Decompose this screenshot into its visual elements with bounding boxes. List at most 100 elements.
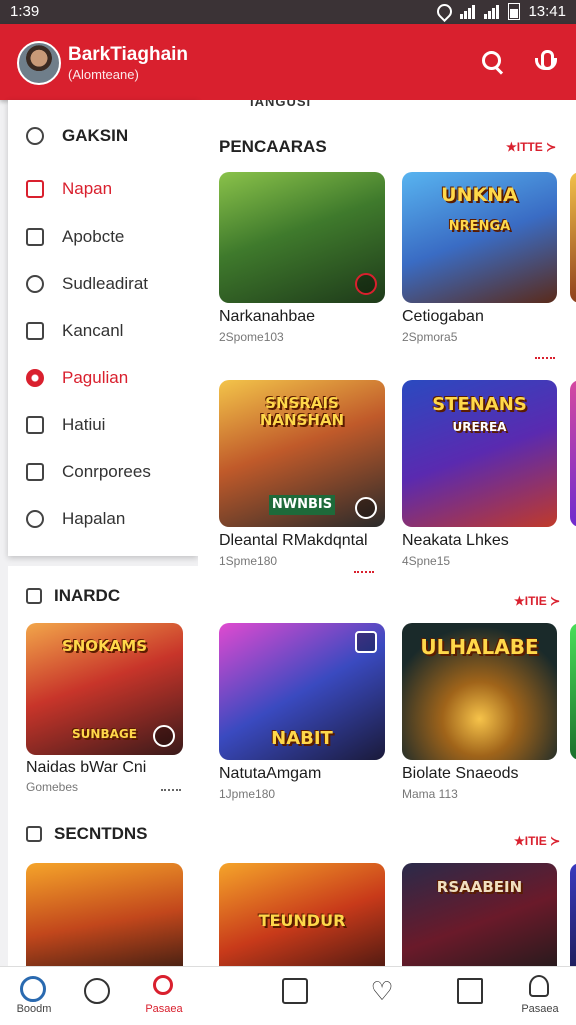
status-clock: 13:41: [528, 3, 566, 20]
section-title-pencaaras: PENCAARAS: [219, 137, 327, 156]
drawer-heading: GAKSIN: [8, 116, 198, 156]
drawer-item-napan[interactable]: Napan: [8, 169, 198, 209]
bottom-nav: Boodm Pasaea ♡ Pasaea: [0, 966, 576, 1025]
game-card-partial[interactable]: [570, 623, 576, 760]
app-bar: BarkTiaghain (Alomteane): [0, 24, 576, 100]
game-thumbnail[interactable]: [570, 623, 576, 760]
drawer-item-apobcte[interactable]: Apobcte: [8, 217, 198, 257]
game-meta: 2Spmora5: [402, 330, 458, 344]
drawer-item-hatiui[interactable]: Hatiui: [8, 405, 198, 445]
nav-favorites[interactable]: ♡: [353, 967, 413, 1025]
wifi-icon: [484, 4, 500, 19]
game-card-partial[interactable]: [570, 863, 576, 966]
nav-bookmark[interactable]: [266, 967, 326, 1025]
game-thumbnail[interactable]: UNKNA NRENGA: [402, 172, 557, 303]
game-card[interactable]: SNSRAIS NANSHAN NWNBIS Dleantal RMakdqnt…: [219, 380, 385, 570]
game-meta: Mama 113: [402, 787, 458, 801]
game-card[interactable]: [26, 863, 183, 983]
drawer-item-conrporees[interactable]: Conrporees: [8, 452, 198, 492]
game-thumbnail[interactable]: [26, 863, 183, 983]
game-card[interactable]: STENANS UREREA Neakata Lhkes 4Spne15: [402, 380, 557, 570]
game-title: Neakata Lhkes: [402, 532, 509, 549]
section-title-secntdns: SECNTDNS: [26, 824, 148, 844]
gear-icon: [26, 369, 44, 387]
profile-subtitle: (Alomteane): [68, 67, 139, 82]
folder-icon: [26, 588, 42, 604]
see-more-link[interactable]: ★ITIE ≻: [514, 594, 560, 608]
divider-dots: [535, 357, 555, 361]
game-thumbnail[interactable]: NABIT: [219, 623, 385, 760]
section-title-inardc: INARDC: [26, 586, 120, 606]
nav-smile[interactable]: [68, 967, 128, 1025]
game-thumbnail[interactable]: SNOKAMS SUNBAGE: [26, 623, 183, 755]
drawer-item-pagulian[interactable]: Pagulian: [8, 358, 198, 398]
camera-icon: [26, 510, 44, 528]
game-thumbnail[interactable]: [570, 380, 576, 527]
game-card-partial[interactable]: [570, 172, 576, 303]
drawer-item-sudleadirat[interactable]: Sudleadirat: [8, 264, 198, 304]
game-meta: 2Spome103: [219, 330, 284, 344]
edit-icon[interactable]: [355, 497, 377, 519]
game-meta: Gomebes: [26, 780, 79, 794]
drawer-item-hapalan[interactable]: Hapalan: [8, 499, 198, 539]
status-time: 1:39: [10, 3, 40, 20]
game-card[interactable]: UNKNA NRENGA Cetiogaban 2Spmora5: [402, 172, 557, 352]
game-title: Cetiogaban: [402, 308, 484, 325]
game-thumbnail[interactable]: [570, 863, 576, 966]
drawer-menu: GAKSIN Napan Apobcte Sudleadirat Kancanl…: [8, 100, 198, 556]
menu-icon[interactable]: [355, 631, 377, 653]
drawer-item-kancanl[interactable]: Kancanl: [8, 311, 198, 351]
status-bar: 1:39 13:41: [0, 0, 576, 24]
nav-profile[interactable]: Pasaea: [510, 967, 570, 1025]
window-icon: [26, 463, 44, 481]
smile-icon: [84, 978, 110, 1004]
see-more-link[interactable]: ★ITIE ≻: [514, 834, 560, 848]
game-thumbnail[interactable]: [219, 172, 385, 303]
location-icon: [434, 0, 456, 23]
more-dots-icon[interactable]: [161, 789, 181, 793]
game-thumbnail[interactable]: [570, 172, 576, 303]
game-meta: 4Spne15: [402, 554, 451, 568]
game-title: Dleantal RMakdqntal: [219, 532, 368, 549]
game-card[interactable]: SNOKAMS SUNBAGE Naidas bWar Cni Gomebes: [26, 623, 183, 803]
refresh-icon: [26, 275, 44, 293]
game-title: Biolate Snaeods: [402, 765, 519, 782]
play-icon[interactable]: [153, 725, 175, 747]
divider-dots: [354, 571, 374, 575]
section-label-cut: IANGUSI: [250, 100, 312, 109]
game-thumbnail[interactable]: RSAABEIN: [402, 863, 557, 966]
signal-icon: [460, 4, 476, 19]
profile-name: BarkTiaghain: [68, 44, 189, 65]
briefcase-icon: [26, 826, 42, 842]
home-icon: [20, 976, 46, 1002]
game-card[interactable]: NABIT NatutaAmgam 1Jpme180: [219, 623, 385, 803]
game-title: NatutaAmgam: [219, 765, 322, 782]
nav-search[interactable]: Pasaea: [134, 967, 194, 1025]
game-card[interactable]: TEUNDUR: [219, 863, 385, 966]
tag-icon: [26, 416, 44, 434]
game-thumbnail[interactable]: STENANS UREREA: [402, 380, 557, 527]
see-more-link[interactable]: ★ITTE ≻: [506, 140, 556, 154]
search-icon: [153, 975, 173, 995]
battery-icon: [508, 3, 521, 20]
mic-icon[interactable]: [531, 48, 559, 76]
game-thumbnail[interactable]: ULHALABE: [402, 623, 557, 760]
game-thumbnail[interactable]: TEUNDUR: [219, 863, 385, 966]
game-card[interactable]: ULHALABE Biolate Snaeods Mama 113: [402, 623, 557, 803]
square-icon: [26, 228, 44, 246]
game-title: Naidas bWar Cni: [26, 759, 147, 776]
game-title: Narkanahbae: [219, 308, 316, 325]
game-meta: 1Spme180: [219, 554, 278, 568]
search-icon[interactable]: [479, 48, 507, 76]
game-thumbnail[interactable]: SNSRAIS NANSHAN NWNBIS: [219, 380, 385, 527]
game-card[interactable]: RSAABEIN: [402, 863, 557, 966]
game-card[interactable]: Narkanahbae 2Spome103: [219, 172, 385, 352]
nav-library[interactable]: [441, 967, 501, 1025]
book-icon: [457, 978, 483, 1004]
avatar[interactable]: [17, 41, 61, 85]
nav-home[interactable]: Boodm: [4, 967, 64, 1025]
game-card-partial[interactable]: [570, 380, 576, 527]
profile-icon: [529, 975, 549, 997]
store-icon: [26, 180, 44, 198]
left-panel: INARDC SNOKAMS SUNBAGE Naidas bWar Cni G…: [8, 566, 198, 983]
